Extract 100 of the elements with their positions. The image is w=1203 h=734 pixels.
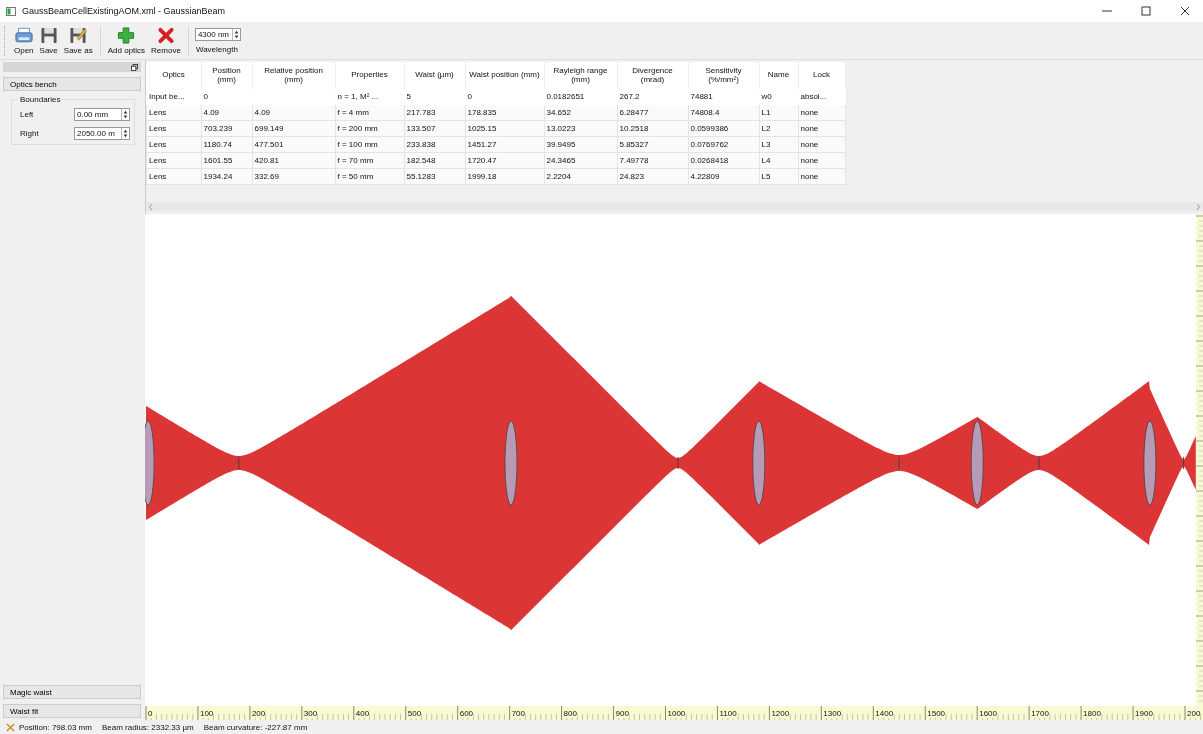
app-icon: [6, 6, 16, 16]
table-cell[interactable]: 4.09: [203, 108, 220, 117]
waist-marker: [677, 456, 679, 470]
table-cell[interactable]: Lens: [149, 140, 167, 149]
waist-marker: [238, 456, 240, 470]
table-cell[interactable]: Lens: [149, 156, 167, 165]
scroll-right-icon[interactable]: [1195, 202, 1201, 211]
panel-button[interactable]: Magic waist: [3, 685, 141, 699]
position-status: Position: 798.03 mm: [19, 722, 92, 732]
waist-marker: [898, 456, 900, 470]
ruler-label: 1400: [875, 709, 894, 719]
ruler-label: 600: [459, 709, 474, 719]
printer-icon: [14, 26, 33, 44]
lens-shape[interactable]: [1143, 420, 1157, 506]
lens-shape[interactable]: [970, 420, 984, 506]
column-header[interactable]: Waist (µm): [404, 62, 465, 89]
column-header[interactable]: Optics: [146, 62, 201, 89]
window-title: GaussBeamCellExistingAOM.xml - GaussianBeam: [22, 6, 226, 16]
ruler-label: 1200: [771, 709, 790, 719]
column-header[interactable]: Position (mm): [201, 62, 252, 89]
ruler-label: 500: [407, 709, 422, 719]
ruler-label: 800: [563, 709, 577, 719]
float-icon[interactable]: [131, 63, 138, 71]
table-cell[interactable]: 699.149: [254, 124, 284, 133]
table-cell[interactable]: 0: [203, 92, 208, 101]
ruler-label: 900: [615, 709, 629, 719]
close-icon[interactable]: [1180, 6, 1190, 16]
ruler-label: 1900: [1135, 709, 1153, 719]
boundary-field[interactable]: 2050.00 m: [74, 127, 130, 140]
ruler-label: 1000: [667, 709, 686, 719]
toolbar-button[interactable]: Save: [36, 26, 61, 55]
group-title: Boundaries: [18, 95, 63, 104]
table-cell[interactable]: 0: [467, 92, 472, 101]
table-cell[interactable]: 24.823: [619, 172, 644, 181]
ruler-label: 1300: [823, 709, 842, 719]
toolbar-button[interactable]: Remove: [148, 26, 184, 55]
table-cell[interactable]: L5: [761, 172, 771, 181]
panel-button[interactable]: Waist fit: [3, 704, 141, 718]
table-cell[interactable]: Lens: [149, 124, 167, 133]
boundary-field[interactable]: 0.00 mm: [74, 108, 130, 121]
plus-icon: [117, 26, 136, 44]
table-cell[interactable]: 267.2: [619, 92, 640, 101]
floppy-pencil-icon: [69, 26, 88, 44]
field-label: Left: [20, 110, 34, 119]
table-cell[interactable]: 5: [406, 92, 411, 101]
ruler-label: 1100: [719, 709, 737, 719]
lens-shape[interactable]: [752, 420, 766, 506]
ruler-label: 1800: [1083, 709, 1101, 719]
column-header[interactable]: Waist position (mm): [465, 62, 544, 89]
wavelength-label: Wavelength: [195, 44, 238, 54]
table-cell[interactable]: L4: [761, 156, 771, 165]
toolbar-button[interactable]: Save as: [60, 26, 96, 55]
ruler-label: 1700: [1031, 709, 1049, 719]
spin-arrows-icon[interactable]: [231, 28, 240, 40]
spin-arrows-icon[interactable]: [121, 128, 129, 139]
ruler-label: 200: [251, 709, 266, 719]
table-cell[interactable]: L2: [761, 124, 771, 133]
ruler-label: 1600: [979, 709, 997, 719]
lens-shape[interactable]: [504, 420, 518, 506]
beam-radius-status: Beam radius: 2332.33 µm: [101, 722, 194, 732]
toolbar-button[interactable]: Add optics: [104, 26, 149, 55]
table-cell[interactable]: 2.2204: [546, 172, 571, 181]
toolbar-button[interactable]: Open: [11, 26, 37, 55]
table-cell[interactable]: 74881: [690, 92, 713, 101]
optics-bench-button[interactable]: Optics bench: [3, 77, 141, 91]
table-cell[interactable]: 477.501: [254, 140, 284, 149]
table-cell[interactable]: Lens: [149, 172, 167, 181]
column-header[interactable]: Properties: [335, 62, 404, 89]
table-cell[interactable]: 332.69: [254, 172, 279, 181]
table-cell[interactable]: w0: [761, 92, 772, 101]
spin-arrows-icon[interactable]: [121, 109, 129, 120]
scroll-left-icon[interactable]: [148, 202, 154, 211]
table-cell[interactable]: 4.09: [254, 108, 271, 117]
table-cell[interactable]: Lens: [149, 108, 167, 117]
column-header[interactable]: Name: [759, 62, 798, 89]
waist-marker: [1038, 456, 1040, 470]
wavelength-field[interactable]: 4300 nm: [194, 27, 241, 41]
tools-icon: [6, 722, 15, 732]
field-label: Right: [20, 129, 39, 138]
column-header[interactable]: Rayleigh range (mm): [544, 62, 617, 89]
column-header[interactable]: Sensitivity (%/mm²): [688, 62, 759, 89]
column-header[interactable]: Divergence (mrad): [617, 62, 688, 89]
ruler-label: 100: [199, 709, 214, 719]
table-cell[interactable]: L3: [761, 140, 771, 149]
ruler-label: 400: [355, 709, 370, 719]
ruler-label: 300: [303, 709, 318, 719]
beam-curvature-status: Beam curvature: -227.87 mm: [203, 722, 308, 732]
lens-shape[interactable]: [145, 420, 155, 506]
maximize-icon[interactable]: [1141, 6, 1151, 16]
ruler-label: 0: [148, 709, 153, 719]
column-header[interactable]: Lock: [798, 62, 845, 89]
ruler-label: 200: [1187, 709, 1201, 719]
table-cell[interactable]: 34.652: [546, 108, 571, 117]
column-header[interactable]: Relative position (mm): [252, 62, 335, 89]
table-cell[interactable]: 420.81: [254, 156, 279, 165]
ruler-label: 700: [511, 709, 525, 719]
table-cell[interactable]: L1: [761, 108, 771, 117]
ruler-label: 1500: [927, 709, 946, 719]
x-mark-icon: [156, 26, 175, 44]
waist-marker: [1183, 456, 1185, 470]
